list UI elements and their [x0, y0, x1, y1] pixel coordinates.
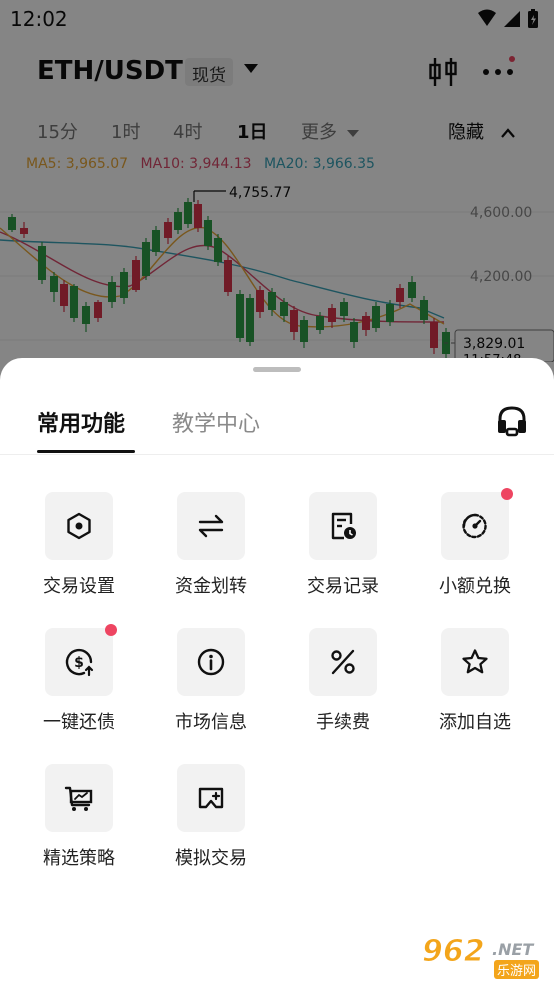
function-tile	[177, 628, 245, 696]
demo-trade-icon	[198, 787, 224, 809]
watermark-suffix: .NET	[492, 940, 534, 959]
function-tile	[177, 764, 245, 832]
function-tile	[309, 492, 377, 560]
function-label: 市场信息	[175, 712, 247, 733]
function-label: 添加自选	[439, 712, 511, 733]
strategy-cart-icon	[64, 786, 93, 811]
function-one-click-repay[interactable]: $ 一键还债	[19, 624, 139, 746]
function-tile	[177, 492, 245, 560]
function-label: 交易设置	[43, 576, 115, 597]
functions-bottom-sheet: 常用功能 教学中心 交易设置 资金划转 交易记录 小额兑换 $ 一键还债 市场信…	[0, 358, 554, 984]
star-icon	[462, 649, 488, 674]
transfer-arrows-icon	[198, 514, 224, 538]
headset-support-icon[interactable]	[496, 405, 528, 437]
function-label: 手续费	[316, 712, 370, 733]
svg-text:$: $	[74, 655, 84, 671]
function-demo-trading[interactable]: 模拟交易	[151, 764, 271, 882]
site-watermark: 962 .NET 乐游网	[414, 934, 552, 980]
watermark-text: 乐游网	[494, 960, 540, 979]
function-tile	[309, 628, 377, 696]
sheet-drag-handle[interactable]	[253, 367, 301, 372]
percent-icon	[331, 649, 355, 675]
function-fees[interactable]: 手续费	[283, 628, 403, 746]
function-label: 小额兑换	[439, 576, 511, 597]
function-add-favorite[interactable]: 添加自选	[415, 628, 535, 746]
function-trade-settings[interactable]: 交易设置	[19, 492, 139, 610]
function-label: 精选策略	[43, 848, 115, 869]
new-badge-dot	[105, 624, 117, 636]
active-tab-indicator	[37, 450, 135, 453]
function-tile	[441, 628, 509, 696]
function-label: 交易记录	[307, 576, 379, 597]
function-tile	[45, 764, 113, 832]
info-icon	[197, 648, 225, 676]
function-label: 资金划转	[175, 576, 247, 597]
function-fund-transfer[interactable]: 资金划转	[151, 492, 271, 610]
tabs-divider	[0, 454, 554, 455]
watermark-number: 962	[422, 934, 486, 970]
function-tile	[441, 488, 513, 560]
new-badge-dot	[501, 488, 513, 500]
hexagon-settings-icon	[67, 512, 91, 540]
tab-tutorial-center[interactable]: 教学中心	[172, 406, 260, 438]
function-label: 一键还债	[43, 712, 115, 733]
function-selected-strategies[interactable]: 精选策略	[19, 764, 139, 882]
function-tile	[45, 492, 113, 560]
function-small-exchange[interactable]: 小额兑换	[415, 488, 535, 610]
function-tile: $	[45, 624, 117, 696]
small-exchange-icon	[462, 513, 487, 539]
function-market-info[interactable]: 市场信息	[151, 628, 271, 746]
tab-common-functions[interactable]: 常用功能	[37, 406, 125, 438]
record-clock-icon	[331, 512, 356, 540]
function-trade-history[interactable]: 交易记录	[283, 492, 403, 610]
repay-dollar-icon: $	[65, 648, 94, 677]
function-label: 模拟交易	[175, 848, 247, 869]
